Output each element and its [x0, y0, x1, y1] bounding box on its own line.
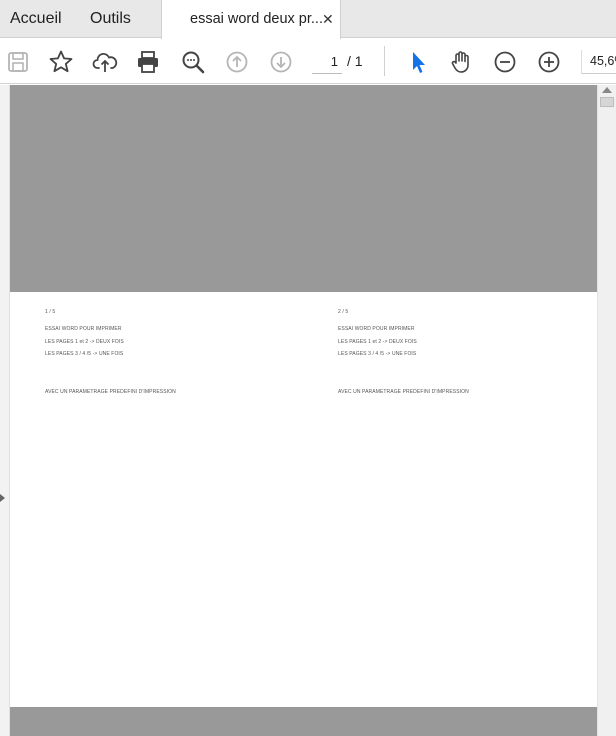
- tab-document-title: essai word deux pr...: [190, 11, 323, 27]
- doc-line: LES PAGES 1 et 2 -> DEUX FOIS: [45, 339, 124, 345]
- tab-bar: Accueil Outils essai word deux pr... ✕: [0, 0, 616, 39]
- zoom-out-icon[interactable]: [492, 49, 518, 75]
- toolbar-divider: [384, 46, 385, 76]
- hand-icon[interactable]: [448, 49, 474, 75]
- doc-line: LES PAGES 1 et 2 -> DEUX FOIS: [338, 339, 417, 345]
- cursor-select-icon[interactable]: [405, 49, 431, 75]
- zoom-level-field[interactable]: 45,6%: [581, 50, 616, 74]
- doc-line: ESSAI WORD POUR IMPRIMER: [338, 326, 415, 332]
- zoom-in-icon[interactable]: [536, 49, 562, 75]
- doc-line: ESSAI WORD POUR IMPRIMER: [45, 326, 122, 332]
- tab-document[interactable]: essai word deux pr... ✕: [161, 0, 341, 39]
- expand-panel-icon[interactable]: [0, 494, 5, 502]
- canvas-background-bottom: [10, 707, 597, 736]
- doc-line: LES PAGES 3 / 4 /5 -> UNE FOIS: [45, 351, 124, 357]
- doc-line: AVEC UN PARAMETRAGE PREDEFINI D'IMPRESSI…: [45, 389, 176, 395]
- document-viewport: 1 / 5 ESSAI WORD POUR IMPRIMER LES PAGES…: [0, 85, 616, 736]
- doc-line: LES PAGES 3 / 4 /5 -> UNE FOIS: [338, 351, 417, 357]
- page-number-label: 2 / 5: [338, 309, 349, 315]
- cloud-upload-icon[interactable]: [92, 49, 118, 75]
- pdf-page: 1 / 5 ESSAI WORD POUR IMPRIMER LES PAGES…: [10, 292, 597, 707]
- zoom-search-icon[interactable]: [180, 49, 206, 75]
- doc-line: AVEC UN PARAMETRAGE PREDEFINI D'IMPRESSI…: [338, 389, 469, 395]
- page-total: / 1: [347, 53, 363, 69]
- canvas-background-top: [10, 85, 597, 292]
- arrow-up-icon[interactable]: [224, 49, 250, 75]
- save-icon[interactable]: [5, 49, 31, 75]
- page-number-label: 1 / 5: [45, 309, 56, 315]
- star-icon[interactable]: [48, 49, 74, 75]
- vertical-scrollbar[interactable]: [597, 85, 616, 736]
- scroll-up-icon[interactable]: [602, 87, 612, 93]
- print-icon[interactable]: [135, 49, 161, 75]
- toolbar: / 1 45,6%: [0, 39, 616, 84]
- page-number-input[interactable]: [312, 50, 342, 74]
- close-icon[interactable]: ✕: [322, 0, 334, 38]
- tab-home[interactable]: Accueil: [10, 0, 62, 38]
- left-panel-gutter[interactable]: [0, 85, 10, 736]
- tab-tools[interactable]: Outils: [90, 0, 131, 38]
- arrow-down-icon[interactable]: [268, 49, 294, 75]
- scroll-thumb[interactable]: [600, 97, 614, 107]
